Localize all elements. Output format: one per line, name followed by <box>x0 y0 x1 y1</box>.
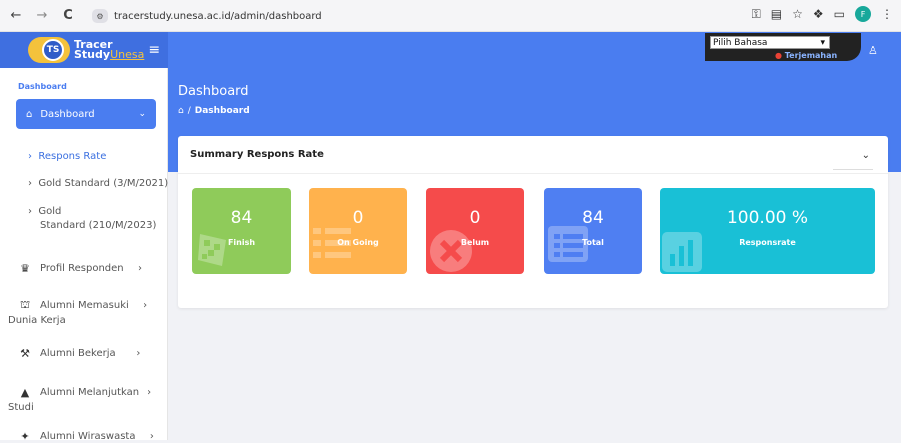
reload-button[interactable]: C <box>58 6 78 26</box>
sidebar-item-alumni-memasuki-cont[interactable]: Dunia Kerja <box>8 315 66 326</box>
entrepreneur-icon: ✦ <box>20 429 30 443</box>
stat-value: 84 <box>582 208 604 228</box>
sidebar-section-label: Dashboard <box>18 82 67 91</box>
menu-icon[interactable]: ⋮ <box>881 7 893 21</box>
stat-value: 84 <box>230 208 253 228</box>
sidebar-item-alumni-bekerja[interactable]: ⚒ Alumni Bekerja › <box>18 346 140 360</box>
stat-value: 100.00 % <box>726 208 809 228</box>
worker-icon: ⚒ <box>20 346 30 360</box>
google-translate-label[interactable]: ● Terjemahan <box>775 51 837 60</box>
address-bar[interactable]: ⚙ tracerstudy.unesa.ac.id/admin/dashboar… <box>92 6 322 26</box>
profile-avatar[interactable]: F <box>855 6 871 22</box>
stat-label: Belum <box>460 238 490 247</box>
back-button[interactable]: ← <box>6 6 26 26</box>
sidepanel-icon[interactable]: ▭ <box>834 7 845 21</box>
chevron-down-icon: ⌄ <box>138 109 146 119</box>
sidebar-subitem-respons-rate[interactable]: › Respons Rate <box>28 151 106 162</box>
forward-button[interactable]: → <box>32 6 52 26</box>
sidebar-item-alumni-melanjutkan[interactable]: ▲ Alumni Melanjutkan › <box>18 385 151 399</box>
url-text: tracerstudy.unesa.ac.id/admin/dashboard <box>114 10 322 22</box>
stat-tile-on-going[interactable]: 0 On Going <box>309 188 407 274</box>
sidebar-subitem-gold-standard-2023[interactable]: › Gold <box>28 206 61 217</box>
stat-label: On Going <box>337 238 379 247</box>
home-icon[interactable]: ⌂ <box>178 106 184 116</box>
logo-mark: TS <box>28 37 70 63</box>
translate-icon[interactable]: ▤ <box>771 7 782 21</box>
stat-tile-responsrate[interactable]: 100.00 % Responsrate <box>660 188 875 274</box>
school-icon: ⛫ <box>19 297 31 311</box>
card-title: Summary Respons Rate <box>178 136 888 174</box>
sidebar-subitem-gold-standard-2023-cont[interactable]: Standard (210/M/2023) <box>40 220 156 231</box>
stat-label: Responsrate <box>739 238 796 247</box>
logo-text: Tracer StudyUnesa <box>74 38 145 61</box>
stat-tile-finish[interactable]: 84 Finish <box>192 188 291 274</box>
sidebar-toggle-icon[interactable]: ≡ <box>148 42 160 58</box>
breadcrumb-current: Dashboard <box>194 106 250 116</box>
sidebar-item-alumni-wiraswasta[interactable]: ✦ Alumni Wiraswasta › <box>18 429 153 443</box>
breadcrumb: ⌂ / Dashboard <box>178 106 250 116</box>
user-tie-icon: ♛ <box>20 261 30 275</box>
extension-icon[interactable]: ❖ <box>813 7 824 21</box>
checkered-flag-icon <box>198 234 226 266</box>
bookmark-star-icon[interactable]: ☆ <box>792 7 803 21</box>
language-select[interactable]: Pilih Bahasa ▾ <box>710 36 830 49</box>
chevron-down-icon: ▾ <box>820 37 825 48</box>
graduation-cap-icon: ▲ <box>20 385 30 399</box>
sidebar-item-alumni-memasuki[interactable]: ⛫ Alumni Memasuki › <box>18 297 147 311</box>
sidebar-item-dashboard[interactable]: ⌂ Dashboard ⌄ <box>16 99 156 129</box>
stat-value: 0 <box>469 208 481 228</box>
stat-label: Finish <box>227 238 256 247</box>
breadcrumb-separator: / <box>187 106 191 116</box>
collapse-chevron-icon[interactable]: ⌄ <box>862 150 870 161</box>
divider <box>833 169 873 170</box>
sidebar-subitem-gold-standard-2021[interactable]: › Gold Standard (3/M/2021) <box>28 178 168 189</box>
logo[interactable]: TS Tracer StudyUnesa ≡ <box>0 32 168 68</box>
stat-tile-total[interactable]: 84 Total <box>544 188 642 274</box>
sidebar-item-profil-responden[interactable]: ♛ Profil Responden › <box>18 261 142 275</box>
browser-actions: ⚿ ▤ ☆ ❖ ▭ F ⋮ <box>752 6 893 22</box>
stat-label: Total <box>582 238 604 247</box>
user-icon[interactable]: ♙ <box>868 44 878 57</box>
site-settings-icon[interactable]: ⚙ <box>92 9 108 23</box>
sidebar-item-alumni-melanjutkan-cont[interactable]: Studi <box>8 402 34 413</box>
google-logo-icon: ● <box>775 51 785 60</box>
key-icon[interactable]: ⚿ <box>752 7 761 22</box>
home-icon: ⌂ <box>26 108 33 120</box>
stat-value: 0 <box>352 208 364 228</box>
stat-tile-belum[interactable]: 0 Belum <box>426 188 524 274</box>
page-title: Dashboard <box>178 84 249 99</box>
times-circle-icon <box>430 230 472 272</box>
